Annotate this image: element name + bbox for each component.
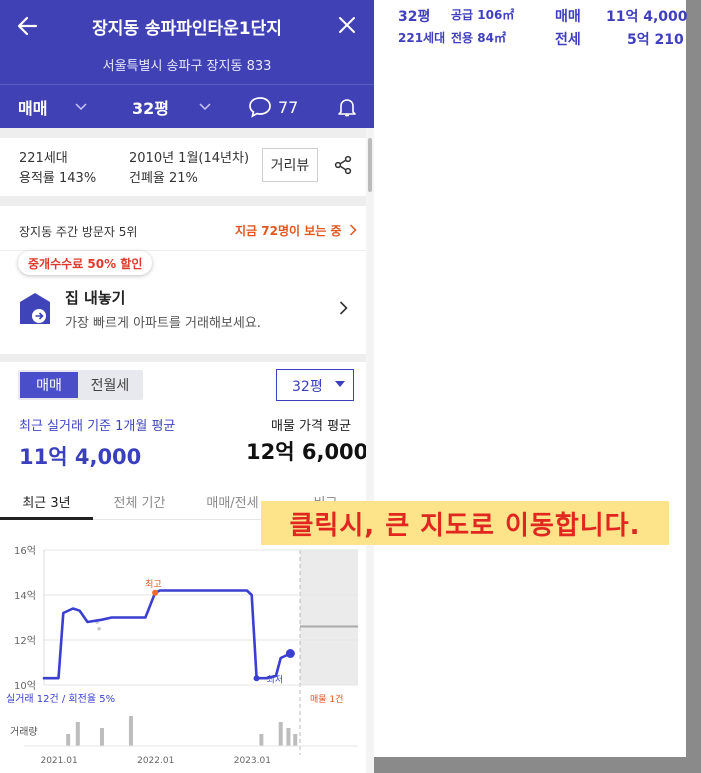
listing-avg-price: 12억 6,000 [246, 440, 369, 464]
last-point-marker [285, 649, 295, 658]
map-info-trade-type: 매매 [555, 9, 581, 25]
complex-address: 서울특별시 송파구 장지동 833 [102, 59, 272, 74]
visitor-card: 장지동 주간 방문자 5위 지금 72명이 보는 중 집 내놓기 가장 빠르게 … [0, 206, 366, 354]
map-info-households: 221세대 [398, 31, 446, 45]
built-date: 2010년 1월(14년차) [129, 151, 250, 166]
map-info-price: 11억 4,000 [606, 9, 688, 25]
low-point-marker [253, 675, 260, 682]
alarm-button[interactable] [336, 85, 362, 129]
x-tick-label: 2022.01 [137, 756, 174, 766]
trade-type-dropdown[interactable]: 매매 [18, 85, 110, 129]
listing-avg-label: 매물 가격 평균 [271, 419, 352, 434]
complex-summary-card: 221세대 용적률 143% 2010년 1월(14년차) 건폐율 21% 거리… [0, 138, 366, 196]
screen: 32평 공급 106㎡ 매매 11억 4,000 221세대 전용 84㎡ 전세… [0, 0, 701, 773]
chevron-right-icon [339, 301, 348, 315]
households: 221세대 [19, 151, 68, 166]
pyeong-select-value: 32평 [292, 379, 323, 395]
y-tick-label: 16억 [14, 545, 36, 557]
street-view-button[interactable]: 거리뷰 [262, 148, 318, 182]
volume-bar [75, 722, 80, 746]
map-info-supply-area: 공급 106㎡ [451, 8, 515, 22]
recent-avg-price: 11억 4,000 [19, 445, 142, 469]
volume-bar [259, 734, 264, 746]
volume-bar [286, 728, 291, 746]
recent-avg-label: 최근 실거래 기준 1개월 평균 [19, 419, 176, 434]
volume-bar [278, 722, 283, 746]
trade-segment: 매매 전월세 [18, 370, 143, 400]
trade-type-label: 매매 [18, 99, 48, 118]
list-home-title: 집 내놓기 [65, 289, 126, 307]
map-info-row-1: 32평 공급 106㎡ 매매 11억 4,000 [398, 6, 688, 26]
y-tick-label: 12억 [14, 635, 36, 647]
complex-title: 장지동 송파파인타운1단지 [92, 19, 282, 39]
volume-bar [293, 734, 298, 746]
list-home-desc: 가장 빠르게 아파트를 거래해보세요. [65, 316, 261, 331]
back-arrow-icon[interactable] [14, 12, 42, 40]
segment-lease[interactable]: 전월세 [80, 372, 140, 398]
low-point-label: 최저 [267, 674, 284, 685]
volume-bar [128, 716, 133, 746]
map-info-price-2: 5억 210 [627, 32, 684, 48]
floor-area-ratio: 용적률 143% [19, 171, 97, 186]
high-point-label: 최고 [145, 579, 162, 590]
price-series-line [42, 589, 292, 680]
high-point-marker [152, 589, 159, 596]
header-filter-row: 매매 32평 77 [0, 84, 374, 128]
volume-bar [66, 734, 71, 746]
pyeong-dropdown[interactable]: 32평 [132, 85, 222, 129]
promo-badge: 중개수수료 50% 할인 [18, 251, 153, 275]
map-info-exclusive-area: 전용 84㎡ [451, 31, 506, 45]
caret-down-icon [335, 381, 345, 387]
map-info-pyeong: 32평 [398, 9, 431, 25]
scrollbar-thumb[interactable] [368, 138, 372, 192]
x-tick-label: 2023.01 [234, 756, 271, 766]
segment-sale[interactable]: 매매 [20, 372, 78, 398]
price-history-chart[interactable]: 16억 14억 12억 10억 최고최저실거래 12건 / 회전율 5% 매물 1건거래량… [0, 540, 366, 773]
tab-recent-3y[interactable]: 최근 3년 [0, 482, 93, 520]
active-tab-indicator [0, 517, 93, 520]
live-viewers-link[interactable]: 지금 72명이 보는 중 [235, 222, 342, 239]
tab-all-period[interactable]: 전체 기간 [93, 482, 186, 520]
map-info-trade-type-2: 전세 [555, 32, 581, 48]
trade-count-label: 실거래 12건 / 회전율 5% [6, 693, 115, 705]
volume-label: 거래량 [10, 726, 38, 738]
share-icon[interactable] [333, 155, 353, 175]
listing-zone [300, 550, 358, 685]
x-tick-label: 2021.01 [40, 756, 77, 766]
complex-detail-panel: 장지동 송파파인타운1단지 서울특별시 송파구 장지동 833 매매 32평 7… [0, 0, 374, 773]
panel-scrollbar[interactable] [366, 128, 374, 773]
chevron-right-icon [349, 224, 357, 236]
volume-bar [99, 728, 104, 746]
bell-icon [338, 99, 356, 117]
panel-header: 장지동 송파파인타운1단지 서울특별시 송파구 장지동 833 매매 32평 7… [0, 0, 374, 128]
y-tick-label: 10억 [14, 680, 36, 692]
building-coverage: 건폐율 21% [129, 171, 198, 186]
pyeong-label: 32평 [132, 99, 169, 118]
comments-button[interactable]: 77 [248, 85, 308, 129]
listing-count-label: 매물 1건 [310, 694, 343, 705]
chevron-down-icon [199, 103, 211, 111]
map-edge [686, 0, 701, 773]
house-upload-icon [20, 293, 50, 324]
click-hint-banner: 클릭시, 큰 지도로 이동합니다. [261, 501, 669, 545]
map-info-row-2: 221세대 전용 84㎡ 전세 5억 210 [398, 29, 684, 49]
comment-count: 77 [278, 97, 299, 117]
map-info-panel[interactable] [374, 0, 686, 757]
visitor-rank: 장지동 주간 방문자 5위 [19, 225, 138, 239]
scatter-point [97, 626, 101, 631]
y-tick-label: 14억 [14, 590, 36, 602]
pyeong-select[interactable]: 32평 [276, 369, 354, 401]
speech-bubble-icon [249, 97, 271, 118]
chevron-down-icon [75, 103, 87, 111]
close-icon[interactable] [334, 12, 360, 38]
